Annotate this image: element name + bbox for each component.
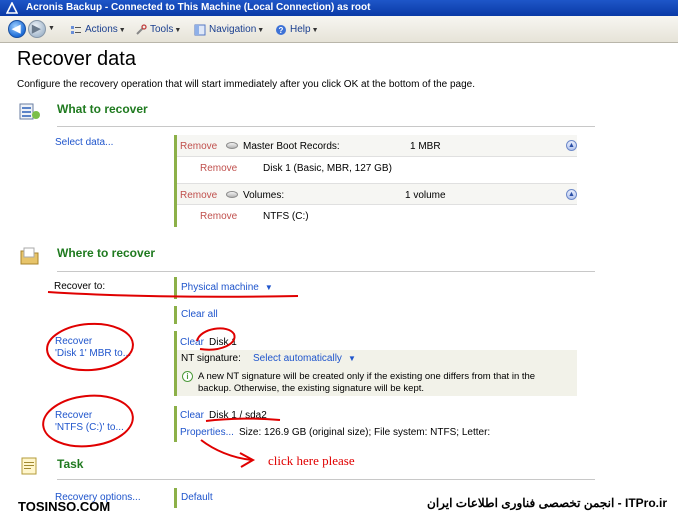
watermark-left: TOSINSO.COM: [18, 499, 111, 514]
watermark-right: انجمن تخصصی فناوری اطلاعات ایران - ITPro…: [427, 496, 667, 510]
annotation-text: click here please: [268, 453, 355, 468]
red-annotations: [42, 291, 299, 468]
